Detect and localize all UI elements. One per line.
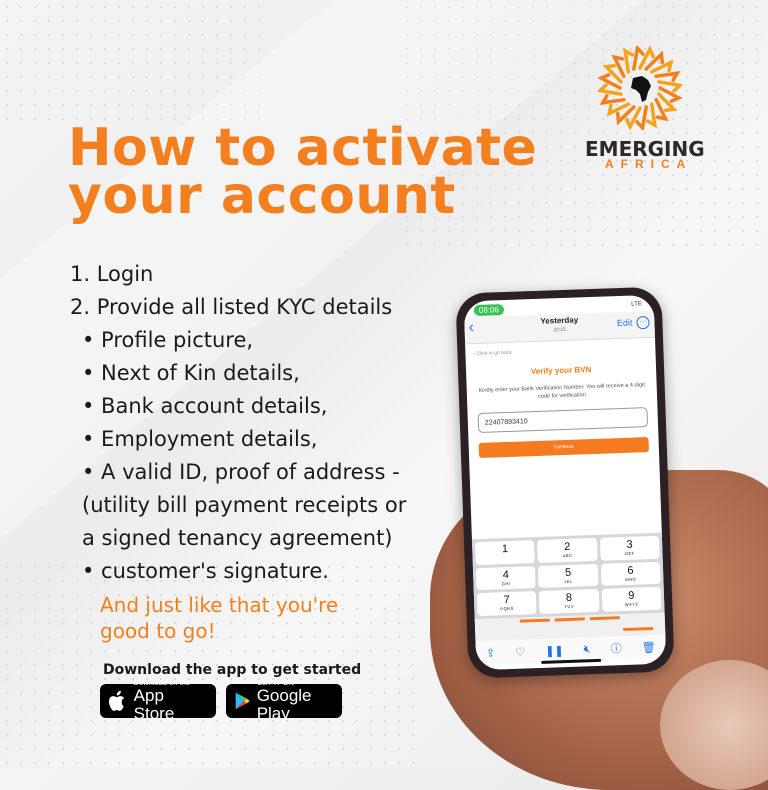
bvn-input[interactable]: 22407893410 <box>477 407 649 433</box>
key-letters: PQRS <box>500 606 514 612</box>
info-icon[interactable]: ⓘ <box>610 640 622 656</box>
continue-button[interactable]: Continue <box>478 437 649 458</box>
home-indicator <box>541 658 602 664</box>
status-time: 08:06 <box>473 304 505 317</box>
keypad-key[interactable]: 3 DEF <box>599 535 660 561</box>
verify-bvn-description: Kindly enter your Bank Verification Numb… <box>478 382 645 400</box>
key-letters: WXYZ <box>624 601 639 608</box>
key-number: 1 <box>501 543 509 556</box>
key-number: 2 <box>563 540 571 554</box>
keypad-key[interactable]: 7 PQRS <box>476 591 537 617</box>
numeric-keypad: 1 2 ABC 3 DEF 4 GHI 5 JKL 6 MNO 7 PQRS 8 TUV 9W… <box>471 532 665 620</box>
key-letters: ABC <box>562 552 573 559</box>
logo-ray <box>622 47 635 74</box>
logo-ray <box>599 93 626 106</box>
headline-line-2: your account <box>68 166 456 226</box>
tagline: And just like that you're good to go! <box>100 592 338 644</box>
kyc-item: • Employment details, <box>82 427 318 451</box>
key-letters: MNO <box>625 576 637 582</box>
download-prompt: Download the app to get started <box>103 662 362 678</box>
go-back-link[interactable]: ‹ Click to go back <box>473 350 512 357</box>
google-play-button[interactable]: GET IT ON Google Play <box>226 679 342 723</box>
key-number: 4 <box>502 568 510 581</box>
kyc-item: • customer's signature. <box>82 559 329 583</box>
africa-map-icon <box>631 76 651 102</box>
google-play-icon <box>235 692 250 710</box>
keypad-key[interactable]: 2 ABC <box>537 537 598 563</box>
key-number: 9 <box>628 589 635 603</box>
logo-ray <box>611 54 626 78</box>
keypad-key[interactable]: 6 MNO <box>600 561 661 587</box>
brand-subname: AFRICA <box>605 157 693 171</box>
key-letters: GHI <box>501 580 511 586</box>
activation-steps: 1. Login 2. Provide all listed KYC detai… <box>70 258 406 588</box>
verify-bvn-title: Verify your BVN <box>530 365 592 377</box>
key-number: 6 <box>627 564 634 577</box>
tagline-line-1: And just like that you're <box>100 593 339 617</box>
app-store-button[interactable]: Download on the App Store <box>100 679 216 723</box>
kyc-item: • Next of Kin details, <box>82 361 300 385</box>
app-store-big: App Store <box>133 686 175 723</box>
pause-icon[interactable]: ❚❚ <box>545 644 564 658</box>
logo-ray <box>654 70 681 83</box>
apple-icon <box>108 690 125 711</box>
google-play-big: Google Play <box>256 686 312 723</box>
trash-icon[interactable]: 🗑︎ <box>642 640 656 653</box>
key-letters: JKL <box>564 578 573 584</box>
status-carrier: LTE <box>631 301 642 308</box>
logo-ray <box>654 98 669 122</box>
edit-button[interactable]: Edit <box>617 318 633 329</box>
logo-ray <box>645 102 658 129</box>
share-icon[interactable]: ⇪ <box>486 646 496 659</box>
phone-nav-bar: ‹ Yesterday 22:15 Edit ··· <box>464 310 656 345</box>
step-login: 1. Login <box>70 262 154 286</box>
step-kyc: 2. Provide all listed KYC details <box>70 295 393 319</box>
headline-line-1: How to activate <box>68 118 538 178</box>
scrubber-segment <box>623 627 654 632</box>
kyc-item: • A valid ID, proof of address - <box>82 460 400 484</box>
key-letters: TUV <box>564 604 575 610</box>
key-number: 8 <box>565 592 573 605</box>
scrubber-segment <box>589 616 620 621</box>
phone-screen: 08:06 LTE ‹ Yesterday 22:15 Edit ··· ‹ C… <box>463 294 667 671</box>
scrubber-segment <box>519 618 550 623</box>
kyc-item: • Bank account details, <box>82 394 328 418</box>
key-number: 3 <box>626 538 633 551</box>
key-number: 5 <box>564 566 572 579</box>
kyc-item-continued: a signed tenancy agreement) <box>82 526 393 550</box>
emerging-africa-logo <box>598 46 682 130</box>
keypad-key[interactable]: 9 WXYZ <box>601 587 662 612</box>
kyc-item-continued: (utility bill payment receipts or <box>82 493 407 517</box>
keypad-key[interactable]: 5 JKL <box>538 563 599 589</box>
key-letters: DEF <box>624 550 635 556</box>
keypad-key[interactable]: 8 TUV <box>539 589 600 614</box>
kyc-item: • Profile picture, <box>82 328 254 352</box>
heart-icon[interactable]: ♡ <box>515 645 525 658</box>
scrubber-segment <box>554 617 585 622</box>
logo-ray <box>606 102 630 117</box>
keypad-key[interactable]: 1 <box>475 540 536 565</box>
logo-ray <box>650 59 674 74</box>
tagline-line-2: good to go! <box>100 619 216 643</box>
keypad-key[interactable]: 4 GHI <box>475 565 537 591</box>
phone-mockup: 08:06 LTE ‹ Yesterday 22:15 Edit ··· ‹ C… <box>455 286 675 679</box>
key-number: 7 <box>503 594 511 607</box>
mute-icon[interactable]: 🔇︎ <box>583 643 590 656</box>
headline: How to activate your account <box>68 118 538 226</box>
